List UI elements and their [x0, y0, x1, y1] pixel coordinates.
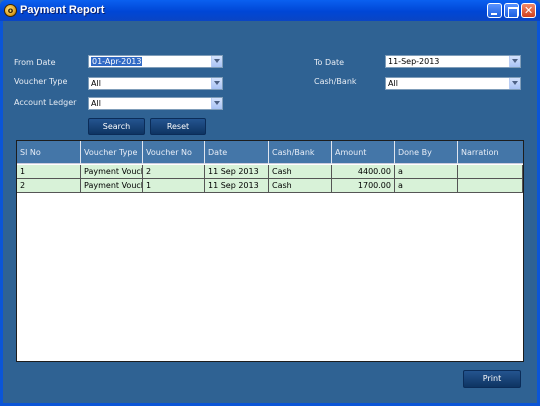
reset-button[interactable]: Reset [150, 118, 206, 135]
cell-amount: 1700.00 [332, 179, 395, 193]
voucher-type-value: All [91, 79, 101, 88]
voucher-type-label: Voucher Type [14, 77, 68, 86]
payment-grid[interactable]: Sl No Voucher Type Voucher No Date Cash/… [16, 140, 524, 362]
cash-bank-select[interactable]: All [385, 77, 521, 90]
column-header-amount[interactable]: Amount [332, 141, 395, 164]
cell-voucher-type: Payment Voucher [81, 165, 143, 179]
account-ledger-label: Account Ledger [14, 98, 77, 107]
cell-date: 11 Sep 2013 [205, 179, 269, 193]
table-row[interactable]: 2 Payment Voucher 1 11 Sep 2013 Cash 170… [17, 179, 523, 193]
cell-cash-bank: Cash [269, 179, 332, 193]
cell-voucher-type: Payment Voucher [81, 179, 143, 193]
report-panel: From Date 01-Apr-2013 To Date 11-Sep-201… [3, 21, 537, 403]
from-date-label: From Date [14, 58, 56, 67]
chevron-down-icon[interactable] [211, 56, 222, 67]
cell-done-by: a [395, 165, 458, 179]
window-title: Payment Report [20, 4, 105, 16]
cell-sl-no: 2 [17, 179, 81, 193]
to-date-picker[interactable]: 11-Sep-2013 [385, 55, 521, 68]
close-button[interactable] [521, 3, 536, 18]
minimize-button[interactable] [487, 3, 502, 18]
cell-cash-bank: Cash [269, 165, 332, 179]
cell-sl-no: 1 [17, 165, 81, 179]
account-ledger-value: All [91, 99, 101, 108]
maximize-button[interactable] [504, 3, 519, 18]
cash-bank-label: Cash/Bank [314, 77, 357, 86]
column-header-done-by[interactable]: Done By [395, 141, 458, 164]
table-row[interactable]: 1 Payment Voucher 2 11 Sep 2013 Cash 440… [17, 165, 523, 179]
column-header-date[interactable]: Date [205, 141, 269, 164]
chevron-down-icon[interactable] [509, 78, 520, 89]
column-header-narration[interactable]: Narration [458, 141, 523, 164]
print-button[interactable]: Print [463, 370, 521, 388]
from-date-picker[interactable]: 01-Apr-2013 [88, 55, 223, 68]
cell-narration [458, 179, 523, 193]
column-header-voucher-type[interactable]: Voucher Type [81, 141, 143, 164]
title-bar[interactable]: o Payment Report [0, 0, 540, 21]
cell-voucher-no: 1 [143, 179, 205, 193]
to-date-label: To Date [314, 58, 345, 67]
cash-bank-value: All [388, 79, 398, 88]
cell-amount: 4400.00 [332, 165, 395, 179]
search-button[interactable]: Search [88, 118, 145, 135]
to-date-value: 11-Sep-2013 [388, 57, 440, 66]
app-logo-icon: o [4, 4, 17, 17]
cell-date: 11 Sep 2013 [205, 165, 269, 179]
cell-narration [458, 165, 523, 179]
chevron-down-icon[interactable] [211, 78, 222, 89]
cell-done-by: a [395, 179, 458, 193]
from-date-value: 01-Apr-2013 [91, 57, 143, 66]
voucher-type-select[interactable]: All [88, 77, 223, 90]
chevron-down-icon[interactable] [509, 56, 520, 67]
column-header-sl-no[interactable]: Sl No [17, 141, 81, 164]
window: o Payment Report From Date 01-Apr-2013 T… [0, 0, 540, 406]
grid-header: Sl No Voucher Type Voucher No Date Cash/… [17, 141, 523, 164]
chevron-down-icon[interactable] [211, 98, 222, 109]
account-ledger-select[interactable]: All [88, 97, 223, 110]
column-header-cash-bank[interactable]: Cash/Bank [269, 141, 332, 164]
column-header-voucher-no[interactable]: Voucher No [143, 141, 205, 164]
cell-voucher-no: 2 [143, 165, 205, 179]
